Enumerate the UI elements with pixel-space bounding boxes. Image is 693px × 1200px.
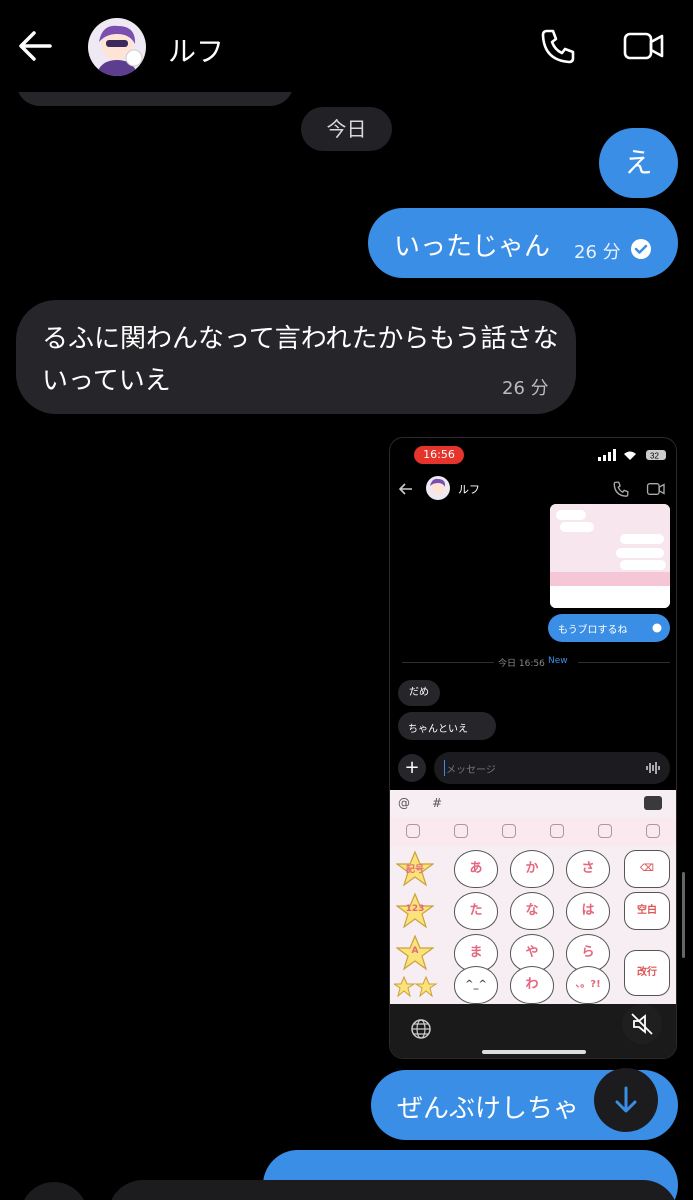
- search-icon: [406, 824, 420, 838]
- collapse-icon: [646, 824, 660, 838]
- keyboard-key: わ: [510, 966, 554, 1004]
- composer-add-button[interactable]: [20, 1182, 88, 1200]
- globe-icon: [411, 1019, 431, 1039]
- keyboard-toolbar: [390, 818, 676, 846]
- voice-wave-icon: [646, 762, 660, 774]
- message-text: ぜんぶけしちゃ: [397, 1094, 580, 1124]
- message-text: いったじゃん: [394, 232, 551, 262]
- keyboard-key: あ: [454, 850, 498, 888]
- keyboard-key: か: [510, 850, 554, 888]
- divider-line: [402, 662, 494, 663]
- message-text: もうブロするね: [558, 625, 628, 636]
- new-label: New: [548, 656, 568, 666]
- contact-avatar[interactable]: [88, 18, 146, 76]
- video-camera-icon[interactable]: [622, 28, 666, 64]
- divider-line: [578, 662, 670, 663]
- image-attachment[interactable]: 16:56 32 ルフ もうブロするね 今日 16:56 New だめ ちゃんと…: [389, 437, 677, 1059]
- phone-icon[interactable]: [538, 26, 578, 66]
- mic-icon: [598, 824, 612, 838]
- shirt-icon: [454, 824, 468, 838]
- backspace-key: ⌫: [624, 850, 670, 888]
- incoming-message: ちゃんといえ: [398, 712, 496, 740]
- keyboard-key: 、。?!: [566, 966, 610, 1004]
- text-cursor: [444, 760, 445, 776]
- contact-name[interactable]: ルフ: [168, 30, 224, 70]
- keyboard-key: は: [566, 892, 610, 930]
- keyboard-hash-key: #: [432, 796, 443, 810]
- keyboard-star-key: 記号: [396, 850, 434, 888]
- keyboard-star-key: 123: [396, 892, 434, 930]
- keyboard: @ # 記号 123 A あ か さ た な は ま や ら ^_^ わ 、。?…: [390, 790, 676, 1004]
- outgoing-message[interactable]: え: [599, 128, 678, 198]
- keyboard-at-key: @: [398, 796, 410, 810]
- message-time: 26 分: [502, 378, 549, 399]
- keyboard-key: さ: [566, 850, 610, 888]
- keyboard-star-key: A: [396, 934, 434, 972]
- keyboard-star-decoration: [394, 976, 438, 998]
- message-time: 26 分: [574, 242, 621, 263]
- incoming-message[interactable]: るふに関わんなって言われたからもう話さないっていえ 26 分: [16, 300, 576, 414]
- mute-icon[interactable]: [622, 1004, 662, 1044]
- message-text: るふに関わんなって言われたからもう話さないっていえ: [42, 324, 559, 396]
- message-text: ちゃんといえ: [408, 724, 468, 735]
- emoji-icon: [550, 824, 564, 838]
- back-arrow-icon[interactable]: [16, 28, 56, 64]
- read-check-icon: [631, 239, 651, 259]
- read-check-icon: [652, 623, 662, 633]
- add-button: +: [398, 754, 426, 782]
- input-placeholder: メッセージ: [446, 765, 496, 776]
- scroll-down-button[interactable]: [594, 1068, 658, 1132]
- incoming-message: だめ: [398, 680, 440, 706]
- scrollbar[interactable]: [682, 872, 685, 958]
- nested-image-thumbnail: [550, 504, 670, 608]
- status-bar-icons: 32: [598, 449, 666, 461]
- home-indicator: [482, 1050, 586, 1054]
- keyboard-theme-icon: [644, 796, 662, 810]
- battery-level: 32: [650, 452, 659, 461]
- keyboard-key: ^_^: [454, 966, 498, 1004]
- message-input: メッセージ: [434, 752, 670, 784]
- contact-name: ルフ: [458, 483, 480, 496]
- outgoing-message: もうブロするね: [548, 614, 670, 642]
- today-divider: 今日 16:56: [498, 659, 545, 669]
- video-camera-icon: [646, 483, 665, 495]
- phone-icon: [613, 481, 629, 497]
- cursor-icon: [502, 824, 516, 838]
- chat-header: ルフ: [0, 0, 693, 92]
- return-key: 改行: [624, 950, 670, 996]
- arrow-down-icon: [615, 1086, 637, 1113]
- outgoing-message[interactable]: いったじゃん 26 分: [368, 208, 678, 278]
- keyboard-key: た: [454, 892, 498, 930]
- contact-avatar: [426, 476, 450, 500]
- space-key: 空白: [624, 892, 670, 930]
- keyboard-key: な: [510, 892, 554, 930]
- status-time: 16:56: [414, 446, 464, 464]
- back-arrow-icon: [398, 483, 412, 495]
- composer-input[interactable]: [108, 1180, 678, 1200]
- date-divider: 今日: [301, 107, 392, 151]
